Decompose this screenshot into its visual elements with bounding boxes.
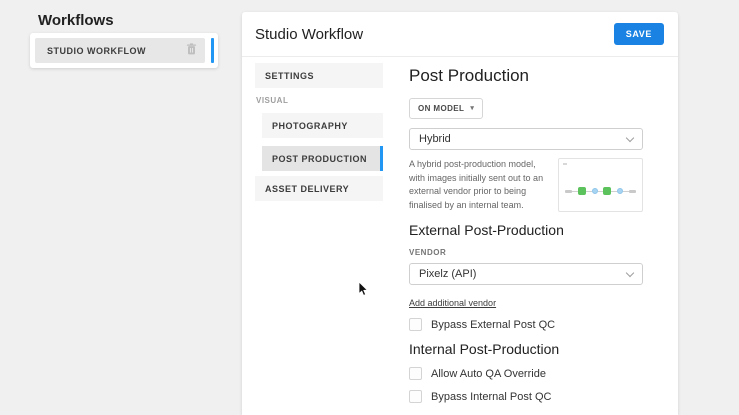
diagram-start-node [565, 190, 572, 193]
add-additional-vendor-link[interactable]: Add additional vendor [409, 298, 496, 308]
bypass-external-post-qc-checkbox[interactable]: Bypass External Post QC [409, 318, 643, 331]
model-description: A hybrid post-production model, with ima… [409, 158, 549, 212]
selected-indicator-bar [211, 38, 214, 63]
diagram-step-node-green [578, 187, 586, 195]
page-title: Studio Workflow [255, 26, 363, 43]
post-production-settings: Post Production ON MODEL ▾ Hybrid A hybr… [409, 63, 643, 415]
chevron-down-icon [626, 268, 634, 276]
external-post-production-heading: External Post-Production [409, 222, 643, 238]
post-production-model-select[interactable]: Hybrid [409, 128, 643, 150]
diagram-end-node [629, 190, 636, 193]
nav-item-asset-delivery[interactable]: ASSET DELIVERY [255, 176, 383, 201]
model-select-value: Hybrid [419, 133, 451, 145]
on-model-label: ON MODEL [418, 104, 464, 113]
checkbox-icon[interactable] [409, 318, 422, 331]
nav-item-photography[interactable]: PHOTOGRAPHY [262, 113, 383, 138]
workflow-diagram-thumbnail [558, 158, 643, 212]
trash-icon[interactable] [186, 42, 197, 60]
sidebar-item-studio-workflow[interactable]: STUDIO WORKFLOW [35, 38, 205, 63]
vendor-select-value: Pixelz (API) [419, 268, 476, 280]
checkbox-icon[interactable] [409, 367, 422, 380]
bypass-internal-post-qc-checkbox[interactable]: Bypass Internal Post QC [409, 390, 643, 403]
chevron-down-icon [626, 133, 634, 141]
caret-down-icon: ▾ [470, 105, 474, 112]
nav-item-post-production[interactable]: POST PRODUCTION [262, 146, 383, 171]
workflows-sidebar: Workflows STUDIO WORKFLOW [0, 0, 240, 415]
diagram-step-node-green [603, 187, 611, 195]
section-heading: Post Production [409, 66, 643, 86]
workflow-card[interactable]: STUDIO WORKFLOW [30, 33, 218, 68]
on-model-dropdown-button[interactable]: ON MODEL ▾ [409, 98, 483, 119]
studio-workflow-panel: Studio Workflow SAVE SETTINGS VISUAL PHO… [242, 12, 678, 415]
save-button[interactable]: SAVE [614, 23, 664, 45]
sidebar-title: Workflows [38, 12, 114, 29]
diagram-corner-mark [563, 163, 567, 165]
nav-item-settings[interactable]: SETTINGS [255, 63, 383, 88]
vendor-select[interactable]: Pixelz (API) [409, 263, 643, 285]
workflow-step-nav: SETTINGS VISUAL PHOTOGRAPHY POST PRODUCT… [255, 63, 383, 415]
internal-post-production-heading: Internal Post-Production [409, 341, 643, 357]
vendor-label: VENDOR [409, 248, 643, 257]
panel-header: Studio Workflow SAVE [242, 12, 678, 57]
nav-group-label-visual: VISUAL [256, 96, 383, 105]
allow-auto-qa-override-checkbox[interactable]: Allow Auto QA Override [409, 367, 643, 380]
workflow-item-label: STUDIO WORKFLOW [47, 46, 146, 56]
diagram-flow [565, 187, 636, 195]
checkbox-icon[interactable] [409, 390, 422, 403]
